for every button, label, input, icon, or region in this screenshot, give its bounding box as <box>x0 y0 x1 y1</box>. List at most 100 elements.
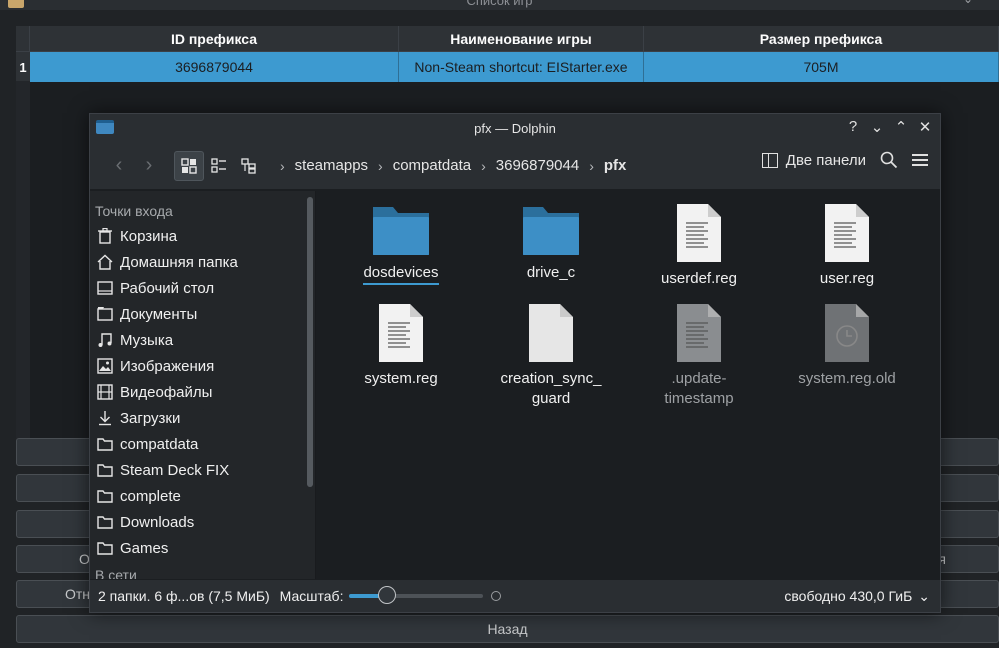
file-name: userdef.reg <box>661 270 737 287</box>
breadcrumb-item[interactable]: steamapps <box>295 157 368 174</box>
column-header-size[interactable]: Размер префикса <box>644 26 999 51</box>
help-button[interactable]: ? <box>846 118 860 136</box>
file-icon <box>772 303 922 363</box>
search-icon[interactable] <box>880 151 898 169</box>
file-item[interactable]: system.reg <box>326 303 476 389</box>
file-icon <box>326 303 476 363</box>
file-item[interactable]: dosdevices <box>326 203 476 285</box>
maximize-button[interactable]: ⌃ <box>894 118 908 136</box>
document-icon <box>96 305 114 323</box>
tree-view-icon <box>241 157 256 174</box>
breadcrumb-separator-icon: › <box>280 157 285 174</box>
file-name: .update-timestamp <box>664 370 734 407</box>
file-item[interactable]: user.reg <box>772 203 922 289</box>
dolphin-titlebar[interactable]: pfx — Dolphin ? ⌄ ⌃ ✕ <box>90 114 940 142</box>
status-summary: 2 папки. 6 ф...ов (7,5 МиБ) <box>98 588 270 604</box>
sidebar-item-label: Изображения <box>120 357 215 375</box>
scrollbar-thumb[interactable] <box>307 197 313 487</box>
forward-arrow-icon[interactable]: › <box>134 151 164 181</box>
desktop-icon <box>96 279 114 297</box>
sidebar-item-label: complete <box>120 487 181 505</box>
breadcrumb-item[interactable]: compatdata <box>393 157 471 174</box>
cell-id[interactable]: 3696879044 <box>30 52 399 82</box>
back-arrow-icon[interactable]: ‹ <box>104 151 134 181</box>
sidebar-item[interactable]: Загрузки <box>90 405 315 431</box>
chevron-down-icon[interactable]: ⌄ <box>963 0 973 6</box>
music-icon <box>96 331 114 349</box>
places-group-label: Точки входа <box>95 203 173 219</box>
icons-view-button[interactable] <box>174 150 204 181</box>
sidebar-item[interactable]: Steam Deck FIX <box>90 457 315 483</box>
sidebar-item[interactable]: Downloads <box>90 509 315 535</box>
file-icon <box>476 303 626 363</box>
breadcrumb-separator-icon: › <box>481 157 486 174</box>
download-icon <box>96 409 114 427</box>
free-space-button[interactable]: свободно 430,0 ГиБ ⌄ <box>784 588 930 605</box>
sidebar-item[interactable]: Games <box>90 535 315 561</box>
file-item[interactable]: drive_c <box>476 203 626 283</box>
zoom-slider-handle[interactable] <box>377 586 396 604</box>
folder-icon <box>96 435 114 453</box>
video-icon <box>96 383 114 401</box>
cell-name[interactable]: Non-Steam shortcut: EIStarter.exe <box>399 52 644 82</box>
sidebar-item[interactable]: Музыка <box>90 327 315 353</box>
sidebar-item-label: Games <box>120 539 169 557</box>
folder-icon <box>326 203 476 257</box>
hamburger-menu-icon[interactable] <box>912 154 928 166</box>
sidebar-item[interactable]: compatdata <box>90 431 315 457</box>
sidebar-item[interactable]: Документы <box>90 301 315 327</box>
places-sidebar: Точки входа Корзина Домашняя папка Рабочий… <box>90 191 316 612</box>
breadcrumb: › steamapps › compatdata › 3696879044 › … <box>280 157 626 174</box>
trash-icon <box>96 227 114 245</box>
close-button[interactable]: ✕ <box>918 118 932 136</box>
sidebar-item-label: Видеофайлы <box>120 383 213 401</box>
minimize-button[interactable]: ⌄ <box>870 118 884 136</box>
file-name: system.reg.old <box>798 370 896 387</box>
file-item[interactable]: creation_sync_ guard <box>476 303 626 409</box>
file-view[interactable]: dosdevices drive_c userdef.reg user.reg syst… <box>316 191 940 612</box>
dolphin-window: pfx — Dolphin ? ⌄ ⌃ ✕ ‹ › › steamapps › … <box>89 113 941 613</box>
status-bar: 2 папки. 6 ф...ов (7,5 МиБ) Масштаб: сво… <box>90 579 940 612</box>
table-header: ID префикса Наименование игры Размер пре… <box>16 26 999 52</box>
column-header-name[interactable]: Наименование игры <box>399 26 644 51</box>
bg-window-titlebar: Список игр ⌄ <box>0 0 999 10</box>
sidebar-item-label: Домашняя папка <box>120 253 238 271</box>
details-view-button[interactable] <box>204 151 234 181</box>
file-name: creation_sync_ guard <box>500 370 602 407</box>
sidebar-item-label: Музыка <box>120 331 174 349</box>
folder-icon <box>96 539 114 557</box>
split-view-icon <box>761 152 778 168</box>
sidebar-item[interactable]: Рабочий стол <box>90 275 315 301</box>
bg-window-title: Список игр <box>466 0 533 8</box>
table-row[interactable]: 1 3696879044 Non-Steam shortcut: EIStart… <box>16 52 999 82</box>
tree-view-button[interactable] <box>234 151 264 181</box>
file-item[interactable]: system.reg.old <box>772 303 922 389</box>
image-icon <box>96 357 114 375</box>
file-name: drive_c <box>526 264 576 281</box>
details-view-icon <box>211 157 226 173</box>
sidebar-item[interactable]: Изображения <box>90 353 315 379</box>
sidebar-scrollbar[interactable] <box>307 197 313 487</box>
free-space-label: свободно 430,0 ГиБ <box>784 588 913 604</box>
back-button[interactable]: Назад <box>16 615 999 643</box>
split-view-label: Две панели <box>785 151 866 169</box>
breadcrumb-separator-icon: › <box>378 157 383 174</box>
column-header-id[interactable]: ID префикса <box>30 26 399 51</box>
window-title: pfx — Dolphin <box>474 120 556 136</box>
sidebar-item[interactable]: complete <box>90 483 315 509</box>
zoom-label: Масштаб: <box>279 588 344 604</box>
home-icon <box>96 253 114 271</box>
sidebar-item[interactable]: Видеофайлы <box>90 379 315 405</box>
sidebar-item[interactable]: Корзина <box>90 223 315 249</box>
file-item[interactable]: userdef.reg <box>624 203 774 289</box>
split-view-button[interactable]: Две панели <box>761 151 866 169</box>
sidebar-item-label: Загрузки <box>120 409 181 427</box>
folder-icon <box>96 461 114 479</box>
breadcrumb-current[interactable]: pfx <box>604 157 627 174</box>
zoom-slider[interactable] <box>349 586 484 604</box>
sidebar-item-label: Рабочий стол <box>120 279 215 297</box>
breadcrumb-item[interactable]: 3696879044 <box>496 157 579 174</box>
sidebar-item[interactable]: Домашняя папка <box>90 249 315 275</box>
cell-size[interactable]: 705M <box>644 52 999 82</box>
file-item[interactable]: .update-timestamp <box>624 303 774 409</box>
